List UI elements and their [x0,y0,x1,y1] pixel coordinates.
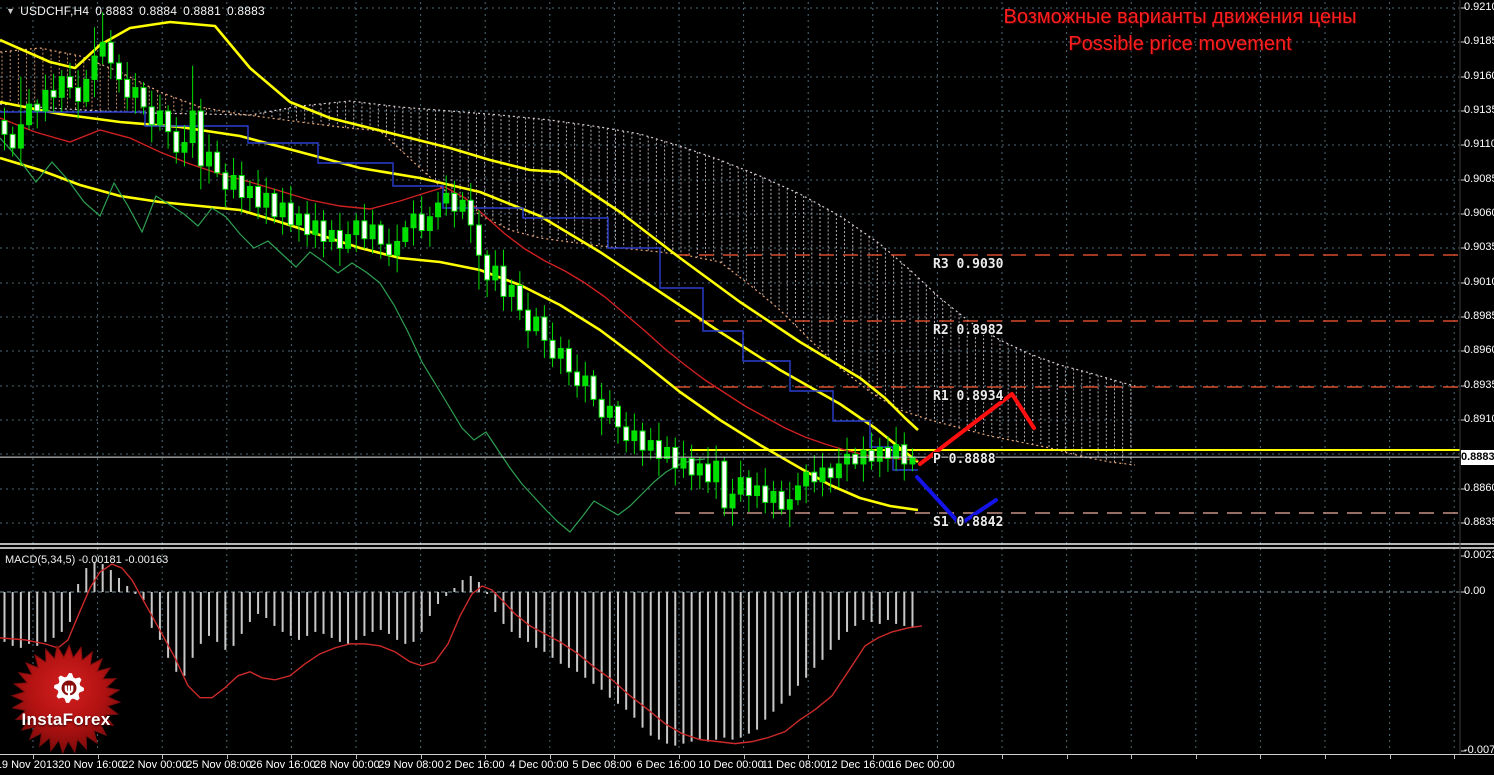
current-price-marker: 0.8883 [1461,450,1494,465]
price-axis-label: 0.9210 [1464,1,1494,13]
time-axis-label: 6 Dec 16:00 [636,759,696,771]
price-axis-label: 0.9010 [1464,276,1494,288]
pivot-label: R2 0.8982 [933,323,1004,338]
time-axis-label: 29 Nov 08:00 [378,759,444,771]
macd-indicator-label: MACD(5,34,5) -0.00181 -0.00163 [5,554,169,566]
annotation-line-ru: Возможные варианты движения цены [1003,6,1357,28]
price-axis-label: 0.9185 [1464,35,1494,47]
annotation-line-en: Possible price movement [1068,33,1292,55]
time-axis-label: 22 Nov 00:00 [122,759,188,771]
time-tick [1066,755,1068,759]
ohlc-close: 0.8883 [226,4,265,18]
time-axis-label: 20 Nov 16:00 [58,759,124,771]
ohlc-open: 0.8883 [95,4,134,18]
logo-wordmark: InstaForex [21,710,111,729]
price-axis-label: 0.9135 [1464,104,1494,116]
price-axis-label: 0.9110 [1464,138,1494,150]
time-axis-label: 4 Dec 00:00 [509,759,569,771]
time-axis-label: 2 Dec 16:00 [445,759,505,771]
time-axis-label: 5 Dec 08:00 [572,759,632,771]
time-tick [1002,755,1003,759]
time-tick [1389,755,1391,759]
macd-axis-label: 0.00 [1464,585,1486,597]
price-axis-label: 0.8835 [1464,516,1494,528]
symbol-label: USDCHF,H4 [20,4,90,18]
ohlc-high: 0.8884 [139,4,178,18]
svg-text:ψ: ψ [64,682,74,697]
price-axis-label: 0.8860 [1464,482,1494,494]
time-axis-label: 10 Dec 00:00 [698,759,764,771]
price-axis-label: 0.8985 [1464,310,1494,322]
symbol-header: ▼ USDCHF,H4 0.8883 0.8884 0.8881 0.8883 [6,4,271,18]
pivot-label: S1 0.8842 [933,515,1004,530]
time-axis-label: 12 Dec 16:00 [825,759,891,771]
time-tick [1195,755,1197,759]
price-axis-label: 0.9060 [1464,207,1494,219]
time-tick [1131,755,1133,759]
time-tick [1454,755,1456,759]
macd-axis-label: 0.00237 [1464,549,1494,561]
time-axis-label: 28 Nov 00:00 [314,759,380,771]
pivot-label: P 0.8888 [933,452,996,467]
time-axis-label: 19 Nov 2013 [0,759,59,771]
pivot-label: R3 0.9030 [933,257,1004,272]
price-axis-label: 0.8960 [1464,344,1494,356]
time-axis-label: 25 Nov 08:00 [186,759,252,771]
time-tick [1325,755,1326,759]
price-axis-label: 0.9035 [1464,241,1494,253]
chart-area[interactable]: ψ [0,0,1494,775]
time-axis-label: 11 Dec 08:00 [761,759,827,771]
time-axis-label: 26 Nov 16:00 [250,759,316,771]
chart-dropdown-icon[interactable]: ▼ [6,6,15,16]
time-axis-label: 16 Dec 00:00 [889,759,955,771]
ohlc-low: 0.8881 [183,4,221,18]
price-axis-label: 0.8935 [1464,379,1494,391]
pivot-label: R1 0.8934 [933,389,1004,404]
price-axis-label: 0.9160 [1464,70,1494,82]
mt4-chart-window: ψ ▼ USDCHF,H4 0.8883 0.8884 0.8881 0.8883 Воз… [0,0,1494,775]
time-axis: 19 Nov 2013 20 Nov 16:00 22 Nov 00:00 25 No… [0,754,1494,775]
time-tick [1260,755,1262,759]
price-axis-label: 0.8910 [1464,413,1494,425]
annotation: Возможные варианты движения цены Possibl… [940,6,1420,56]
price-axis-label: 0.9085 [1464,173,1494,185]
